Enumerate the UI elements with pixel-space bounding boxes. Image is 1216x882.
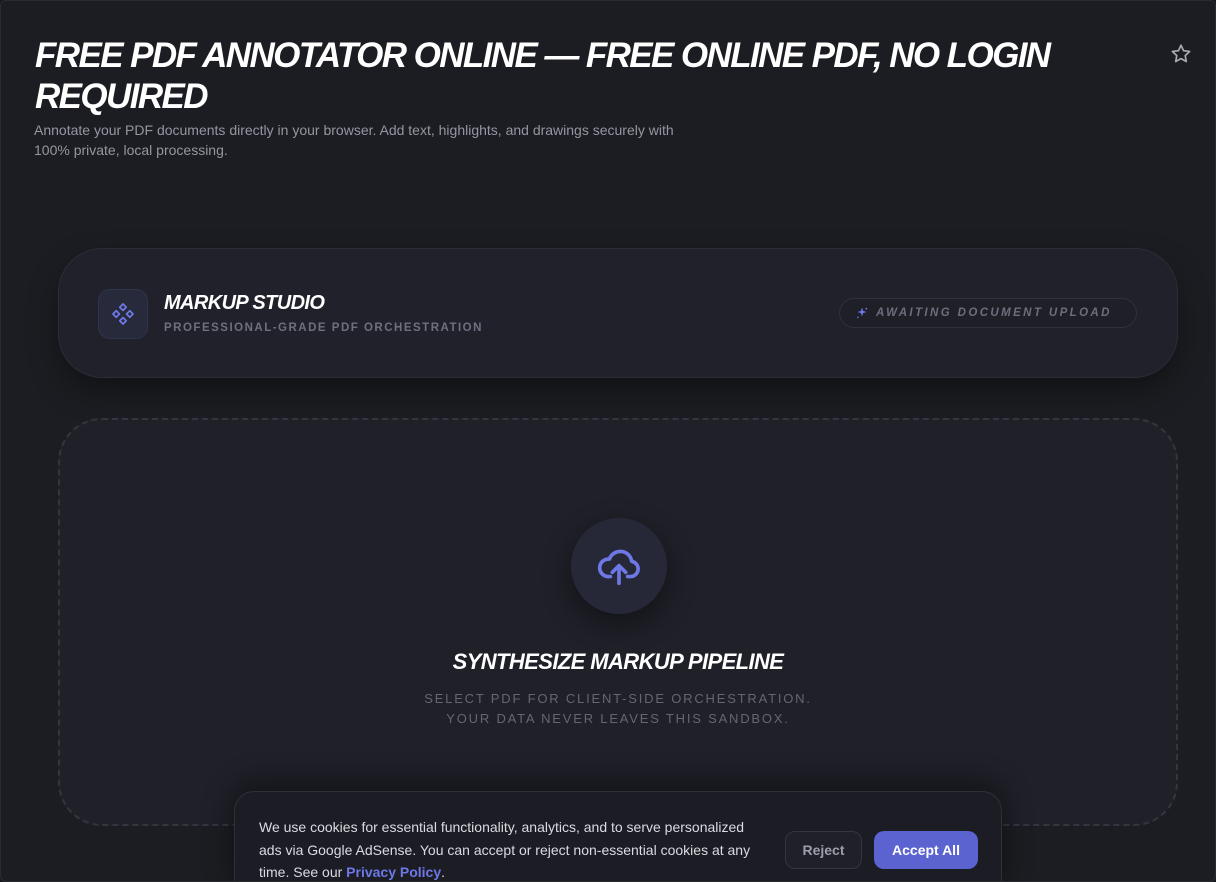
status-text: AWAITING DOCUMENT UPLOAD (876, 307, 1112, 319)
dropzone-privacy-note: YOUR DATA NEVER LEAVES THIS SANDBOX. (446, 711, 790, 726)
pdf-dropzone[interactable]: SYNTHESIZE MARKUP PIPELINE SELECT PDF FO… (58, 418, 1178, 826)
upload-button[interactable] (571, 518, 667, 614)
sparkle-icon (856, 307, 868, 319)
studio-header-card: MARKUP STUDIO PROFESSIONAL-GRADE PDF ORC… (58, 248, 1178, 378)
cookie-banner: We use cookies for essential functionali… (234, 791, 1002, 881)
diamond-cluster-icon (98, 289, 148, 339)
reject-cookies-button[interactable]: Reject (785, 831, 862, 869)
studio-tagline: PROFESSIONAL-GRADE PDF ORCHESTRATION (164, 322, 483, 334)
accept-all-button[interactable]: Accept All (874, 831, 978, 869)
cloud-upload-icon (596, 543, 642, 589)
page-subtitle: Annotate your PDF documents directly in … (34, 122, 674, 158)
cookie-text: We use cookies for essential functionali… (259, 816, 769, 881)
cookie-message-end: . (441, 864, 445, 880)
page: FREE PDF ANNOTATOR ONLINE — FREE ONLINE … (0, 0, 1216, 882)
studio-name: MARKUP STUDIO (164, 292, 325, 314)
cookie-message: We use cookies for essential functionali… (259, 819, 751, 880)
privacy-policy-link[interactable]: Privacy Policy (346, 864, 441, 880)
star-icon[interactable] (1169, 42, 1193, 66)
page-title: FREE PDF ANNOTATOR ONLINE — FREE ONLINE … (35, 36, 1051, 116)
dropzone-title: SYNTHESIZE MARKUP PIPELINE (452, 649, 784, 674)
status-badge: AWAITING DOCUMENT UPLOAD (839, 298, 1137, 328)
dropzone-instruction: SELECT PDF FOR CLIENT-SIDE ORCHESTRATION… (424, 691, 812, 706)
